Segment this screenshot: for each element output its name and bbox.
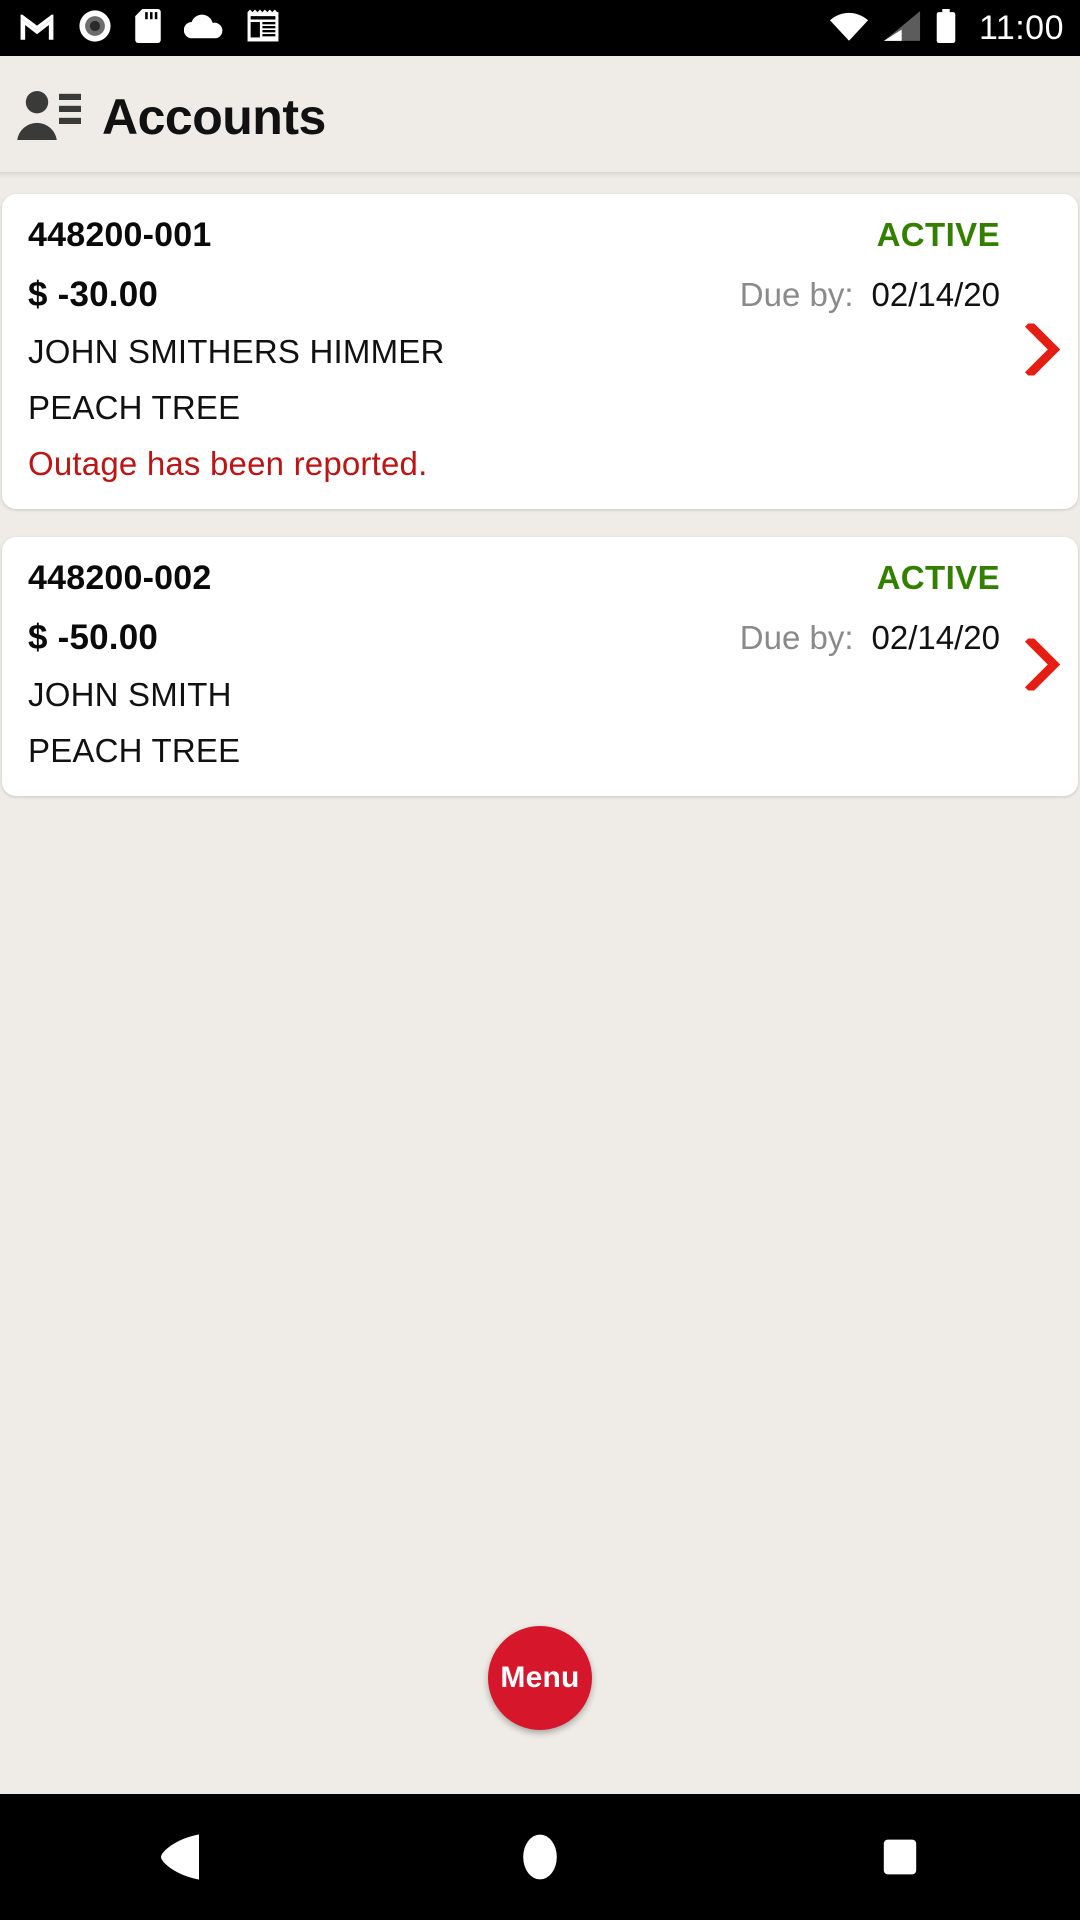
- menu-fab-label: Menu: [500, 1661, 580, 1694]
- menu-fab-button[interactable]: Menu: [488, 1626, 592, 1730]
- account-balance-row: $ -30.00 Due by: 02/14/20: [28, 275, 1052, 315]
- account-card[interactable]: 448200-002 ACTIVE $ -50.00 Due by: 02/14…: [2, 537, 1078, 796]
- sd-card-icon: [134, 8, 162, 48]
- service-address: PEACH TREE: [28, 389, 241, 426]
- account-balance: $ -50.00: [28, 618, 159, 657]
- account-list[interactable]: 448200-001 ACTIVE $ -30.00 Due by: 02/14…: [0, 178, 1080, 1794]
- status-bar-system-icons: 11:00: [829, 8, 1064, 48]
- recents-square-icon[interactable]: [810, 1794, 990, 1920]
- cloud-icon: [183, 12, 224, 45]
- status-bar-notification-icons: [18, 8, 280, 48]
- account-balance: $ -30.00: [28, 275, 159, 314]
- account-number: 448200-001: [28, 216, 212, 254]
- cellular-signal-icon: [883, 10, 921, 47]
- home-circle-icon[interactable]: [450, 1794, 630, 1920]
- due-by-label: Due by:: [739, 276, 854, 313]
- account-card-header-row: 448200-002 ACTIVE: [28, 559, 1052, 598]
- gmail-icon: [18, 11, 56, 46]
- back-triangle-icon[interactable]: [90, 1794, 270, 1920]
- app-header: Accounts: [0, 56, 1080, 178]
- wifi-icon: [829, 10, 869, 47]
- contacts-icon: [16, 87, 82, 148]
- record-icon: [78, 9, 112, 48]
- phone-screen: 11:00 Accounts 448200-001 ACTIVE $ -30.0…: [0, 0, 1080, 1920]
- account-card[interactable]: 448200-001 ACTIVE $ -30.00 Due by: 02/14…: [2, 194, 1078, 509]
- status-badge: ACTIVE: [876, 216, 1000, 253]
- page-title: Accounts: [102, 89, 326, 145]
- chevron-right-icon[interactable]: [1024, 634, 1061, 695]
- account-card-header-row: 448200-001 ACTIVE: [28, 216, 1052, 255]
- status-bar-clock: 11:00: [978, 8, 1064, 47]
- android-navigation-bar: [0, 1794, 1080, 1920]
- due-date-value: 02/14/20: [871, 619, 1000, 656]
- battery-icon: [935, 8, 957, 48]
- due-date-value: 02/14/20: [871, 276, 1000, 313]
- due-by-label: Due by:: [739, 619, 854, 656]
- customer-name: JOHN SMITHERS HIMMER: [28, 333, 445, 370]
- status-badge: ACTIVE: [876, 559, 1000, 596]
- due-date-group: Due by: 02/14/20: [740, 619, 1052, 657]
- due-date-group: Due by: 02/14/20: [740, 276, 1052, 314]
- news-icon: [246, 9, 280, 48]
- outage-alert-message: Outage has been reported.: [28, 445, 428, 482]
- account-number: 448200-002: [28, 559, 212, 597]
- customer-name: JOHN SMITH: [28, 676, 232, 713]
- service-address: PEACH TREE: [28, 732, 241, 769]
- status-bar: 11:00: [0, 0, 1080, 56]
- account-balance-row: $ -50.00 Due by: 02/14/20: [28, 618, 1052, 658]
- chevron-right-icon[interactable]: [1024, 319, 1061, 380]
